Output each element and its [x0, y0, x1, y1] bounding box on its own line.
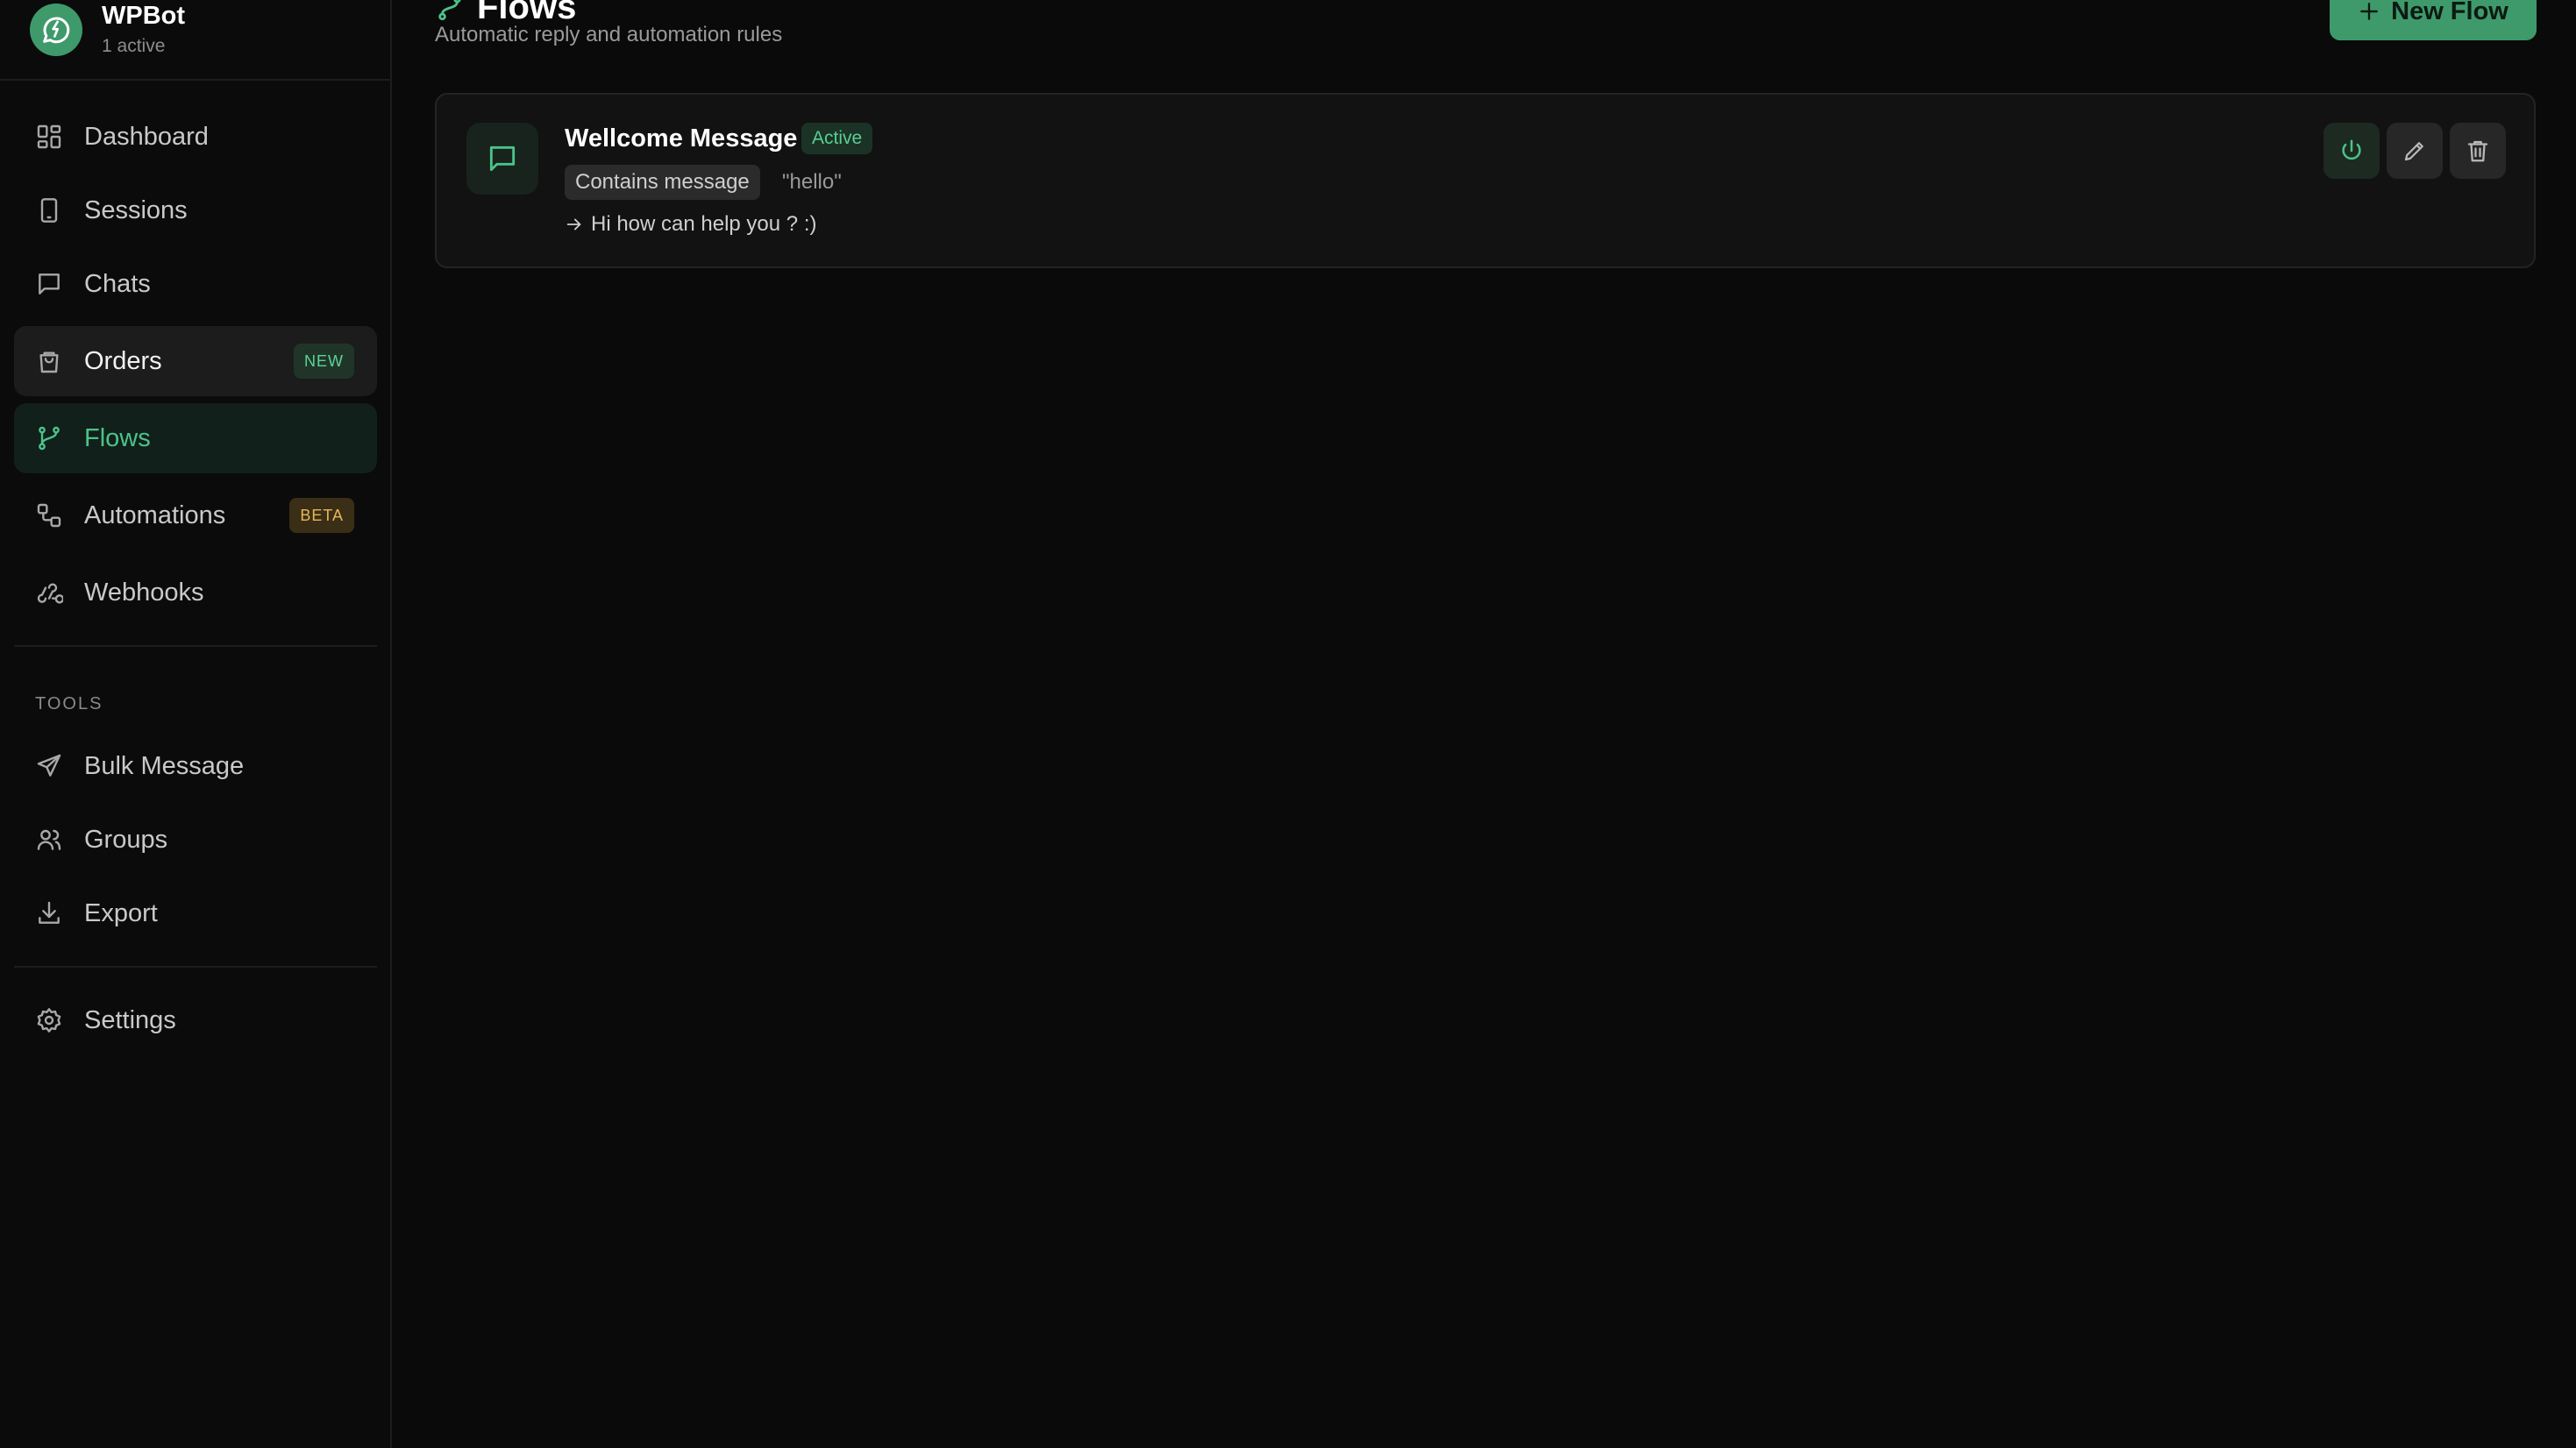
condition-type-pill: Contains message	[565, 165, 760, 200]
toggle-flow-button[interactable]	[2323, 123, 2380, 179]
new-badge: NEW	[294, 344, 354, 379]
plus-icon	[2358, 0, 2380, 23]
pencil-icon	[2402, 138, 2428, 164]
sidebar-item-bulk-message[interactable]: Bulk Message	[14, 731, 377, 801]
new-flow-label: New Flow	[2391, 0, 2508, 25]
sidebar-item-label: Groups	[84, 826, 168, 854]
sidebar-item-label: Orders	[84, 347, 162, 375]
shopping-bag-icon	[35, 347, 63, 375]
beta-badge: BETA	[289, 498, 354, 533]
users-icon	[35, 826, 63, 854]
sidebar-item-orders[interactable]: Orders NEW	[14, 326, 377, 396]
sidebar-item-label: Dashboard	[84, 123, 209, 151]
new-flow-button[interactable]: New Flow	[2330, 0, 2537, 40]
condition-value: "hello"	[782, 170, 842, 194]
flow-name: Wellcome Message	[565, 124, 798, 153]
page-subtitle: Automatic reply and automation rules	[435, 23, 783, 46]
sidebar-item-automations[interactable]: Automations BETA	[14, 480, 377, 550]
sidebar-divider	[14, 645, 377, 647]
dashboard-icon	[35, 123, 63, 151]
status-badge: Active	[801, 123, 873, 154]
flow-reply-text: Hi how can help you ? :)	[591, 212, 817, 236]
chat-icon	[35, 270, 63, 298]
sidebar-divider	[14, 966, 377, 968]
sidebar-item-settings[interactable]: Settings	[14, 985, 377, 1055]
phone-icon	[35, 196, 63, 224]
sidebar-item-dashboard[interactable]: Dashboard	[14, 102, 377, 172]
brand-status: 1 active	[102, 36, 166, 56]
flow-card[interactable]: Wellcome Message Active Contains message…	[435, 93, 2536, 268]
brand-header: WPBot 1 active	[0, 0, 390, 81]
sidebar-item-export[interactable]: Export	[14, 878, 377, 948]
sidebar-item-label: Flows	[84, 424, 151, 452]
flow-reply: Hi how can help you ? :)	[565, 212, 816, 237]
sidebar-item-flows[interactable]: Flows	[14, 403, 377, 473]
tools-section-title: TOOLS	[35, 694, 103, 713]
sidebar-item-label: Webhooks	[84, 578, 204, 607]
sidebar-item-sessions[interactable]: Sessions	[14, 175, 377, 245]
delete-flow-button[interactable]	[2450, 123, 2506, 179]
sidebar-item-groups[interactable]: Groups	[14, 805, 377, 875]
git-branch-icon	[435, 0, 465, 23]
git-branch-icon	[35, 424, 63, 452]
sidebar-item-webhooks[interactable]: Webhooks	[14, 557, 377, 628]
sidebar-item-label: Chats	[84, 270, 151, 298]
chat-icon	[466, 123, 538, 195]
gear-icon	[35, 1006, 63, 1034]
sidebar-item-label: Sessions	[84, 196, 188, 224]
sidebar: WPBot 1 active Dashboard Sessions Chats	[0, 0, 392, 1448]
download-icon	[35, 899, 63, 927]
whatsapp-logo-icon	[30, 4, 82, 56]
sidebar-item-label: Automations	[84, 501, 226, 529]
send-icon	[35, 752, 63, 780]
edit-flow-button[interactable]	[2387, 123, 2443, 179]
workflow-icon	[35, 501, 63, 529]
brand-name: WPBot	[102, 2, 186, 30]
sidebar-item-label: Settings	[84, 1006, 176, 1034]
trash-icon	[2465, 138, 2491, 164]
sidebar-item-label: Export	[84, 899, 158, 927]
sidebar-item-label: Bulk Message	[84, 752, 245, 780]
webhook-icon	[35, 578, 63, 607]
power-icon	[2338, 138, 2365, 164]
arrow-right-icon	[565, 215, 584, 234]
sidebar-item-chats[interactable]: Chats	[14, 249, 377, 319]
